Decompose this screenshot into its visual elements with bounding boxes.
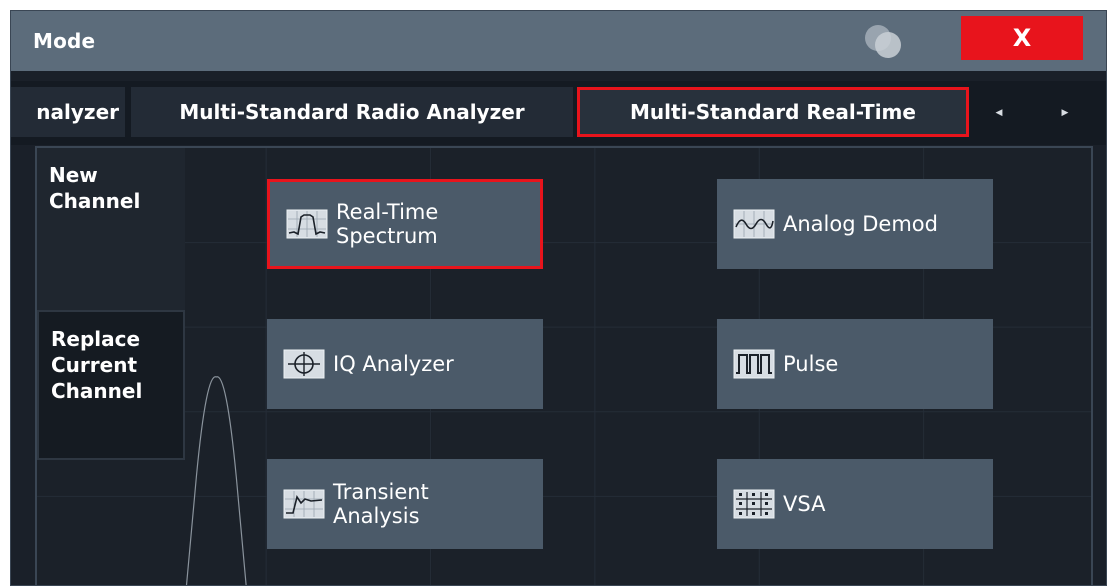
tab-scroll-left-button[interactable]: ◀: [985, 99, 1013, 127]
close-button[interactable]: X: [961, 16, 1083, 60]
close-icon: X: [1012, 24, 1032, 52]
title-bar: Mode X: [11, 11, 1106, 71]
mode-tab-bar: nalyzer Multi-Standard Radio Analyzer Mu…: [11, 81, 1106, 145]
mode-label: IQ Analyzer: [333, 352, 454, 376]
replace-channel-label: Replace Current Channel: [51, 327, 143, 403]
new-channel-button[interactable]: New Channel: [37, 148, 185, 310]
iq-analyzer-icon: [283, 349, 325, 379]
pulse-icon: [733, 349, 775, 379]
vsa-icon: [733, 489, 775, 519]
transient-icon: [283, 489, 325, 519]
tab-label: Multi-Standard Radio Analyzer: [179, 100, 525, 124]
mode-iq-analyzer-button[interactable]: IQ Analyzer: [267, 319, 543, 409]
mode-vsa-button[interactable]: VSA: [717, 459, 993, 549]
tab-label: nalyzer: [36, 100, 119, 124]
brand-logo-icon: [865, 25, 901, 58]
mode-label: Transient Analysis: [333, 480, 429, 528]
spectrum-icon: [286, 209, 328, 239]
mode-label: Real-Time Spectrum: [336, 200, 439, 248]
tab-scroll-right-button[interactable]: ▶: [1051, 99, 1079, 127]
mode-content-panel: New Channel Replace Current Channel Real…: [35, 146, 1093, 585]
mode-analog-demod-button[interactable]: Analog Demod: [717, 179, 993, 269]
tab-signal-analyzer[interactable]: nalyzer: [11, 87, 125, 137]
new-channel-label: New Channel: [49, 163, 141, 213]
tab-multi-standard-radio-analyzer[interactable]: Multi-Standard Radio Analyzer: [131, 87, 573, 137]
arrow-right-icon: ▶: [1061, 108, 1069, 118]
mode-real-time-spectrum-button[interactable]: Real-Time Spectrum: [267, 179, 543, 269]
mode-label: Analog Demod: [783, 212, 938, 236]
tab-multi-standard-real-time[interactable]: Multi-Standard Real-Time: [577, 87, 969, 137]
mode-label: VSA: [783, 492, 826, 516]
arrow-left-icon: ◀: [995, 108, 1003, 118]
mode-dialog: Mode X nalyzer Multi-Standard Radio Anal…: [10, 10, 1107, 586]
mode-transient-analysis-button[interactable]: Transient Analysis: [267, 459, 543, 549]
dialog-title: Mode: [33, 29, 96, 53]
mode-pulse-button[interactable]: Pulse: [717, 319, 993, 409]
mode-label: Pulse: [783, 352, 839, 376]
analog-demod-icon: [733, 209, 775, 239]
replace-current-channel-button[interactable]: Replace Current Channel: [37, 310, 185, 460]
tab-label: Multi-Standard Real-Time: [630, 100, 916, 124]
